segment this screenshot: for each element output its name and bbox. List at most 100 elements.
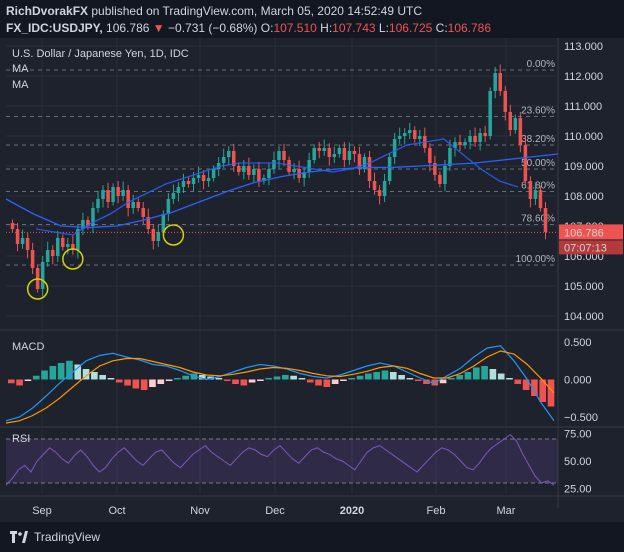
candle-body bbox=[528, 181, 533, 199]
candle-body bbox=[397, 136, 402, 139]
candle-body bbox=[247, 166, 251, 175]
macd-histogram-bar bbox=[356, 375, 364, 380]
rsi-tick-label: 50.00 bbox=[564, 456, 592, 468]
candle-body bbox=[171, 193, 176, 199]
candle-body bbox=[498, 73, 502, 91]
candle-body bbox=[196, 175, 201, 178]
candle-body bbox=[96, 199, 100, 208]
candle-body bbox=[418, 136, 422, 139]
candle-body bbox=[448, 148, 452, 166]
candle-body bbox=[402, 133, 407, 136]
candle-body bbox=[191, 178, 196, 184]
candle-body bbox=[438, 175, 442, 184]
candle-body bbox=[186, 181, 191, 184]
candle-body bbox=[518, 118, 523, 145]
candle-body bbox=[221, 157, 226, 163]
macd-histogram-bar bbox=[381, 370, 389, 380]
candle-body bbox=[272, 160, 276, 169]
macd-histogram-bar bbox=[456, 375, 464, 380]
time-tick-label: Dec bbox=[265, 505, 285, 517]
price-change: −0.731 (−0.68%) bbox=[168, 21, 258, 35]
macd-histogram-bar bbox=[282, 375, 289, 380]
candle-body bbox=[141, 208, 146, 217]
macd-histogram-bar bbox=[240, 379, 248, 386]
tradingview-brand[interactable]: TradingView bbox=[10, 530, 100, 544]
macd-histogram-bar bbox=[298, 378, 306, 380]
macd-histogram-bar bbox=[149, 379, 156, 387]
macd-histogram-bar bbox=[439, 379, 447, 384]
candle-body bbox=[513, 118, 518, 130]
time-tick-label: Feb bbox=[427, 505, 446, 517]
footer: TradingView bbox=[0, 522, 624, 552]
candle-body bbox=[337, 148, 342, 154]
fib-level-label: 78.60% bbox=[521, 214, 555, 225]
candle-body bbox=[468, 136, 472, 142]
rsi-tick-label: 25.00 bbox=[564, 484, 592, 496]
macd-histogram-bar bbox=[331, 379, 339, 384]
candle-body bbox=[443, 166, 447, 184]
candle-body bbox=[372, 181, 377, 190]
candle-body bbox=[478, 133, 482, 142]
macd-histogram-bar bbox=[514, 379, 522, 384]
macd-histogram-bar bbox=[74, 364, 82, 380]
macd-histogram-bar bbox=[57, 363, 65, 380]
high-value: 107.743 bbox=[332, 21, 376, 35]
candle-body bbox=[116, 187, 120, 196]
macd-histogram-bar bbox=[232, 379, 239, 384]
candle-body bbox=[407, 130, 412, 133]
candle-body bbox=[327, 148, 332, 157]
candle-body bbox=[56, 238, 60, 256]
candle-body bbox=[66, 244, 70, 247]
macd-label: MACD bbox=[12, 341, 44, 353]
macd-histogram-bar bbox=[373, 372, 380, 380]
macd-histogram-bar bbox=[323, 379, 331, 387]
macd-histogram-bar bbox=[24, 379, 32, 381]
macd-histogram-bar bbox=[481, 366, 488, 380]
candle-body bbox=[458, 142, 462, 145]
candle-body bbox=[176, 187, 181, 193]
chart-area[interactable]: 0.00% 23.60% 38.20% 50.00% 61.80% 78.60% 100.0… bbox=[0, 38, 624, 522]
candle-body bbox=[312, 148, 316, 160]
candle-body bbox=[412, 130, 417, 139]
candle-body bbox=[257, 169, 261, 181]
candle-body bbox=[523, 145, 528, 181]
macd-histogram-bar bbox=[107, 378, 115, 380]
macd-histogram-bar bbox=[99, 375, 106, 380]
macd-histogram-bar bbox=[182, 375, 190, 380]
candle-body bbox=[201, 175, 206, 181]
candle-body bbox=[40, 262, 45, 289]
last-price-label: 106.786 bbox=[564, 227, 604, 239]
macd-histogram-bar bbox=[248, 379, 256, 383]
chart-svg[interactable]: 0.00%23.60%38.20%50.00%61.80%78.60%100.0… bbox=[0, 38, 624, 522]
macd-histogram-bar bbox=[365, 373, 372, 380]
macd-histogram-bar bbox=[497, 373, 505, 380]
candle-body bbox=[493, 73, 497, 91]
down-arrow-icon: ▼ bbox=[152, 21, 165, 35]
ma-legend-1: MA bbox=[12, 63, 29, 75]
candle-body bbox=[342, 148, 347, 160]
macd-histogram-bar bbox=[464, 372, 472, 380]
macd-histogram-bar bbox=[506, 378, 513, 380]
candle-body bbox=[242, 166, 246, 172]
candle-body bbox=[267, 169, 271, 178]
price-tick-label: 104.000 bbox=[564, 311, 604, 323]
close-label: C: bbox=[435, 21, 448, 35]
macd-histogram-bar bbox=[448, 378, 455, 380]
macd-histogram-bar bbox=[132, 379, 140, 389]
macd-histogram-bar bbox=[115, 379, 123, 383]
published-text: published on TradingView.com, March 05, … bbox=[91, 4, 423, 18]
countdown-label: 07:07:13 bbox=[564, 242, 607, 254]
last-price: 106.786 bbox=[106, 21, 150, 35]
candle-body bbox=[206, 178, 211, 181]
fib-level-label: 0.00% bbox=[527, 59, 555, 70]
candle-body bbox=[61, 238, 65, 247]
candle-body bbox=[307, 160, 311, 172]
macd-tick-label: 0.500 bbox=[564, 337, 592, 349]
symbol-name[interactable]: FX_IDC:USDJPY, bbox=[6, 21, 103, 35]
price-tick-label: 112.000 bbox=[564, 71, 603, 83]
open-label: O: bbox=[260, 21, 274, 35]
macd-histogram-bar bbox=[174, 378, 181, 380]
candle-body bbox=[347, 151, 352, 160]
candle-body bbox=[332, 154, 337, 157]
author-name[interactable]: RichDvorakFX bbox=[6, 4, 88, 18]
